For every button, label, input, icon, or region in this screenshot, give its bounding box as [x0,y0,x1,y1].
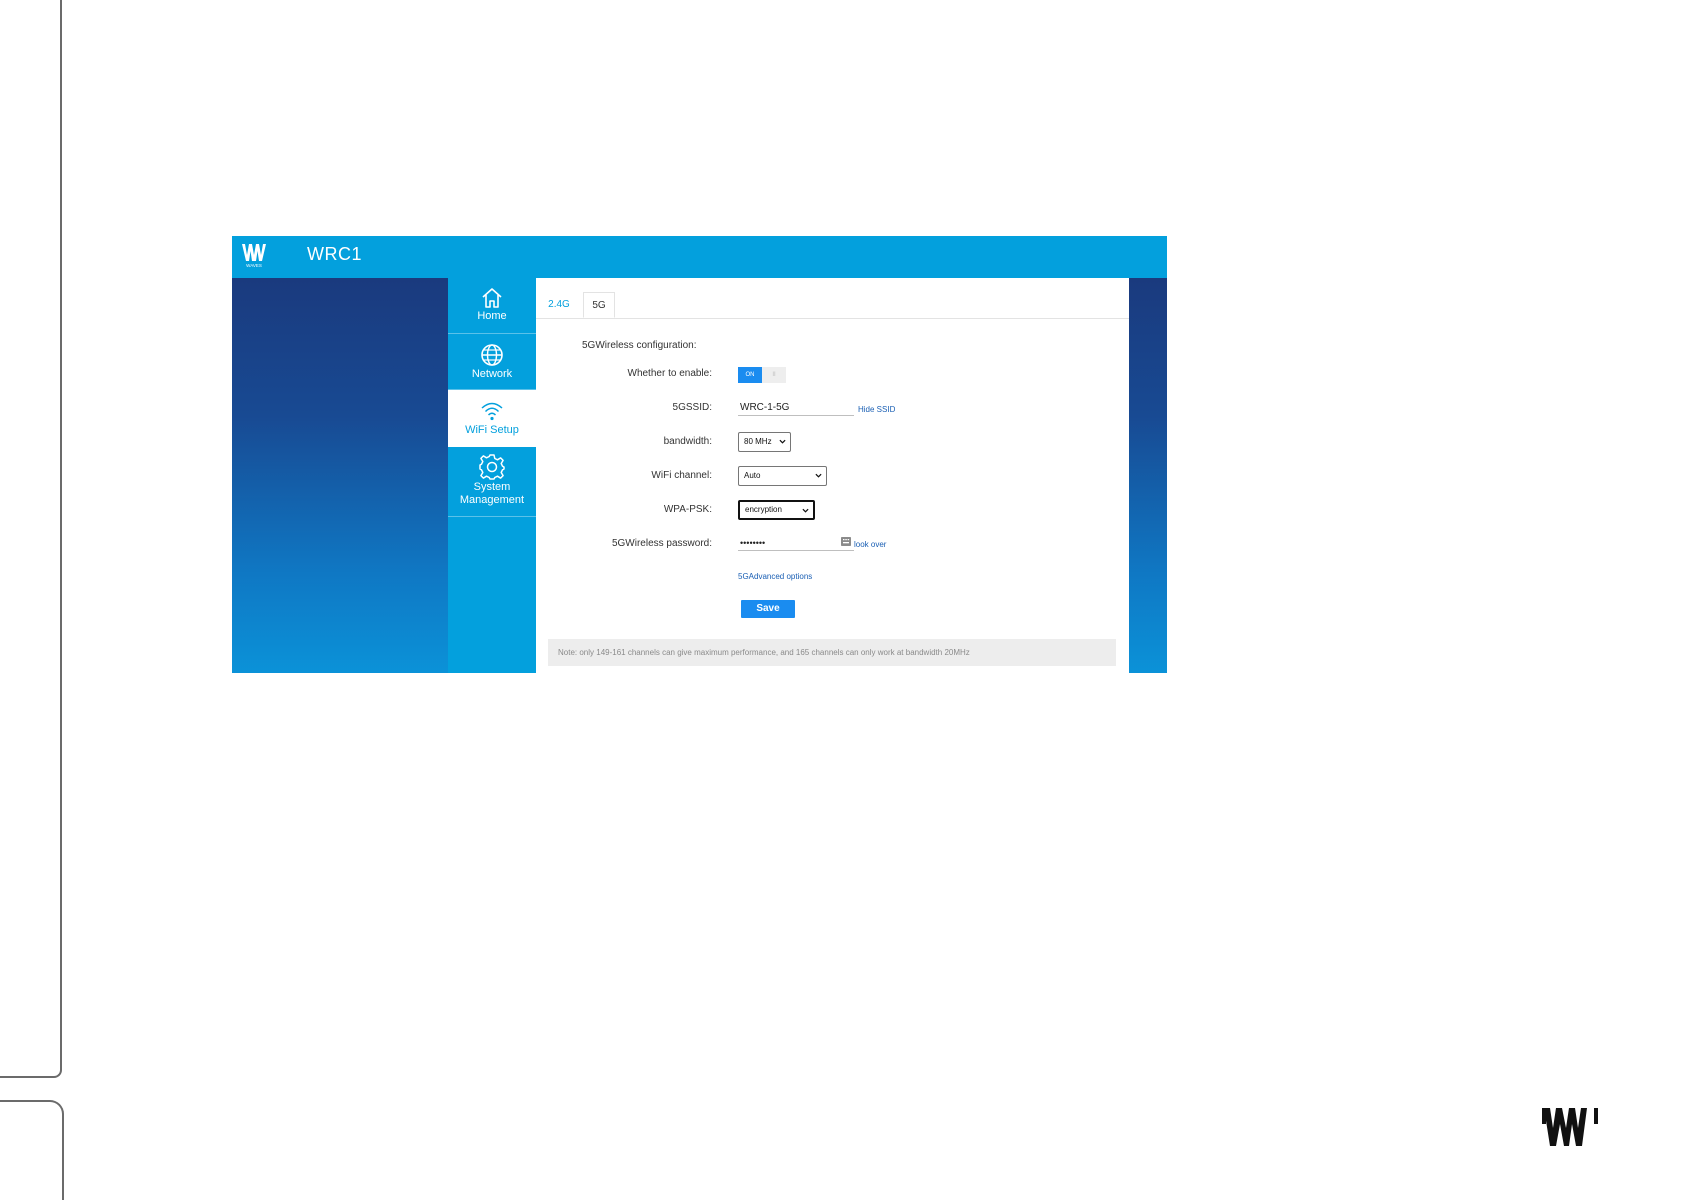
logo-caption: WAVES [246,263,262,268]
right-background [1129,278,1167,673]
wpa-psk-select[interactable]: encryption [738,500,815,520]
sidebar-item-network[interactable]: Network [448,334,536,390]
sidebar-item-home[interactable]: Home [448,278,536,334]
sidebar-item-system-management[interactable]: System Management [448,447,536,517]
band-tabs: 2.4G 5G [536,278,1129,319]
sidebar-item-label-line2: Management [459,494,525,506]
keyboard-icon[interactable] [841,537,851,546]
wifi-channel-select[interactable]: Auto [738,466,827,486]
sidebar-item-label: Network [471,368,513,380]
sidebar-item-label-line1: System [473,481,511,493]
note-text: Note: only 149-161 channels can give max… [548,639,1116,666]
ssid-label: 5GSSID: [672,402,712,413]
chevron-down-icon [802,508,809,513]
bandwidth-select[interactable]: 80 MHz [738,432,791,452]
look-over-link[interactable]: look over [854,540,886,549]
section-title: 5GWireless configuration: [582,340,697,351]
enable-label: Whether to enable: [627,368,713,379]
home-icon [482,288,502,308]
hide-ssid-link[interactable]: Hide SSID [858,405,895,414]
sidebar-item-label: WiFi Setup [465,424,519,436]
left-background [232,278,448,673]
toggle-on-label: ON [738,367,762,383]
password-label: 5GWireless password: [611,538,712,549]
wifi-icon [481,402,503,421]
top-bar: WAVES WRC1 [232,236,1167,278]
brand-logo-icon: WAVES [242,244,266,268]
wifi-channel-label: WiFi channel: [651,470,712,481]
wpa-psk-value: encryption [745,505,782,514]
app-title: WRC1 [307,244,362,264]
sidebar-item-label: Home [477,310,507,322]
chevron-down-icon [779,439,786,444]
main-content: 2.4G 5G 5GWireless configuration: Whethe… [536,278,1129,673]
globe-icon [481,344,503,366]
enable-toggle[interactable]: ON II [738,367,786,383]
bandwidth-value: 80 MHz [744,437,772,446]
router-admin-screenshot: WAVES WRC1 Home Network WiFi Setup Syste… [232,236,1167,673]
save-button[interactable]: Save [741,600,795,618]
page-frame-bottom [0,1100,64,1200]
advanced-options-link[interactable]: 5GAdvanced options [738,572,812,581]
password-input[interactable] [738,535,854,551]
sidebar-item-wifi-setup[interactable]: WiFi Setup [448,390,536,447]
tab-2-4g[interactable]: 2.4G [544,292,574,318]
tab-5g[interactable]: 5G [583,292,615,318]
page-frame-top [0,0,62,1078]
bandwidth-label: bandwidth: [663,436,712,447]
wifi-channel-value: Auto [744,471,761,480]
gear-icon [479,454,505,480]
ssid-input[interactable] [738,400,854,416]
toggle-off-label: II [772,372,776,378]
wpa-psk-label: WPA-PSK: [663,504,712,515]
chevron-down-icon [815,473,822,478]
sidebar-nav: Home Network WiFi Setup System Managemen… [448,278,536,673]
waves-logo-icon [1542,1108,1598,1146]
